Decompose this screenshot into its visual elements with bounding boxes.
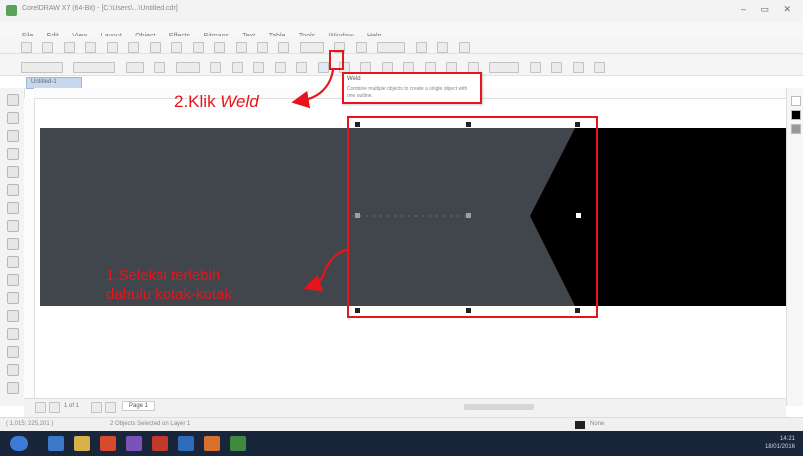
step2-annotation-weld: Weld bbox=[220, 92, 259, 111]
coreldraw-taskbar-icon[interactable] bbox=[230, 436, 246, 451]
step2-annotation-prefix: 2.Klik bbox=[174, 92, 221, 111]
status-bar: ( 1,015; 225,201 ) 2 Objects Selected on… bbox=[0, 417, 803, 432]
media-player-icon[interactable] bbox=[126, 436, 142, 451]
file-explorer-icon[interactable] bbox=[74, 436, 90, 451]
first-page-icon[interactable] bbox=[35, 402, 46, 413]
taskbar-date: 18/01/2016 bbox=[764, 444, 795, 450]
fill-color-indicator bbox=[575, 421, 585, 429]
annotation-arrows bbox=[291, 69, 350, 292]
previous-page-icon[interactable] bbox=[49, 402, 60, 413]
word-icon[interactable] bbox=[178, 436, 194, 451]
step1-annotation-line2: dahulu kotak-kotak bbox=[106, 286, 232, 303]
last-page-icon[interactable] bbox=[105, 402, 116, 413]
taskbar-clock: 14:21 18/01/2016 bbox=[765, 435, 795, 451]
cursor-coordinates: ( 1,015; 225,201 ) bbox=[6, 421, 54, 427]
taskbar-time: 14:21 bbox=[779, 436, 795, 442]
horizontal-scrollbar[interactable] bbox=[464, 404, 534, 410]
step1-annotation-line1: 1.Seleksi terlebih bbox=[106, 267, 221, 284]
selection-annotation-arrow bbox=[303, 247, 350, 292]
fill-info: None bbox=[590, 421, 605, 427]
pdf-reader-icon[interactable] bbox=[152, 436, 168, 451]
step2-annotation: 2.Klik Weld bbox=[174, 92, 259, 112]
page-tab[interactable]: Page 1 bbox=[122, 401, 156, 411]
powerpoint-icon[interactable] bbox=[204, 436, 220, 451]
windows-taskbar: 14:21 18/01/2016 bbox=[0, 431, 803, 456]
page-navigator: 1 of 1 Page 1 bbox=[24, 398, 786, 417]
selection-info: 2 Objects Selected on Layer 1 bbox=[110, 421, 191, 427]
weld-annotation-arrow bbox=[291, 69, 335, 109]
step1-annotation: 1.Seleksi terlebih dahulu kotak-kotak bbox=[106, 266, 232, 304]
next-page-icon[interactable] bbox=[91, 402, 102, 413]
internet-explorer-icon[interactable] bbox=[48, 436, 64, 451]
start-button-icon[interactable] bbox=[10, 436, 28, 451]
chrome-icon[interactable] bbox=[100, 436, 116, 451]
page-counter: 1 of 1 bbox=[64, 403, 80, 409]
